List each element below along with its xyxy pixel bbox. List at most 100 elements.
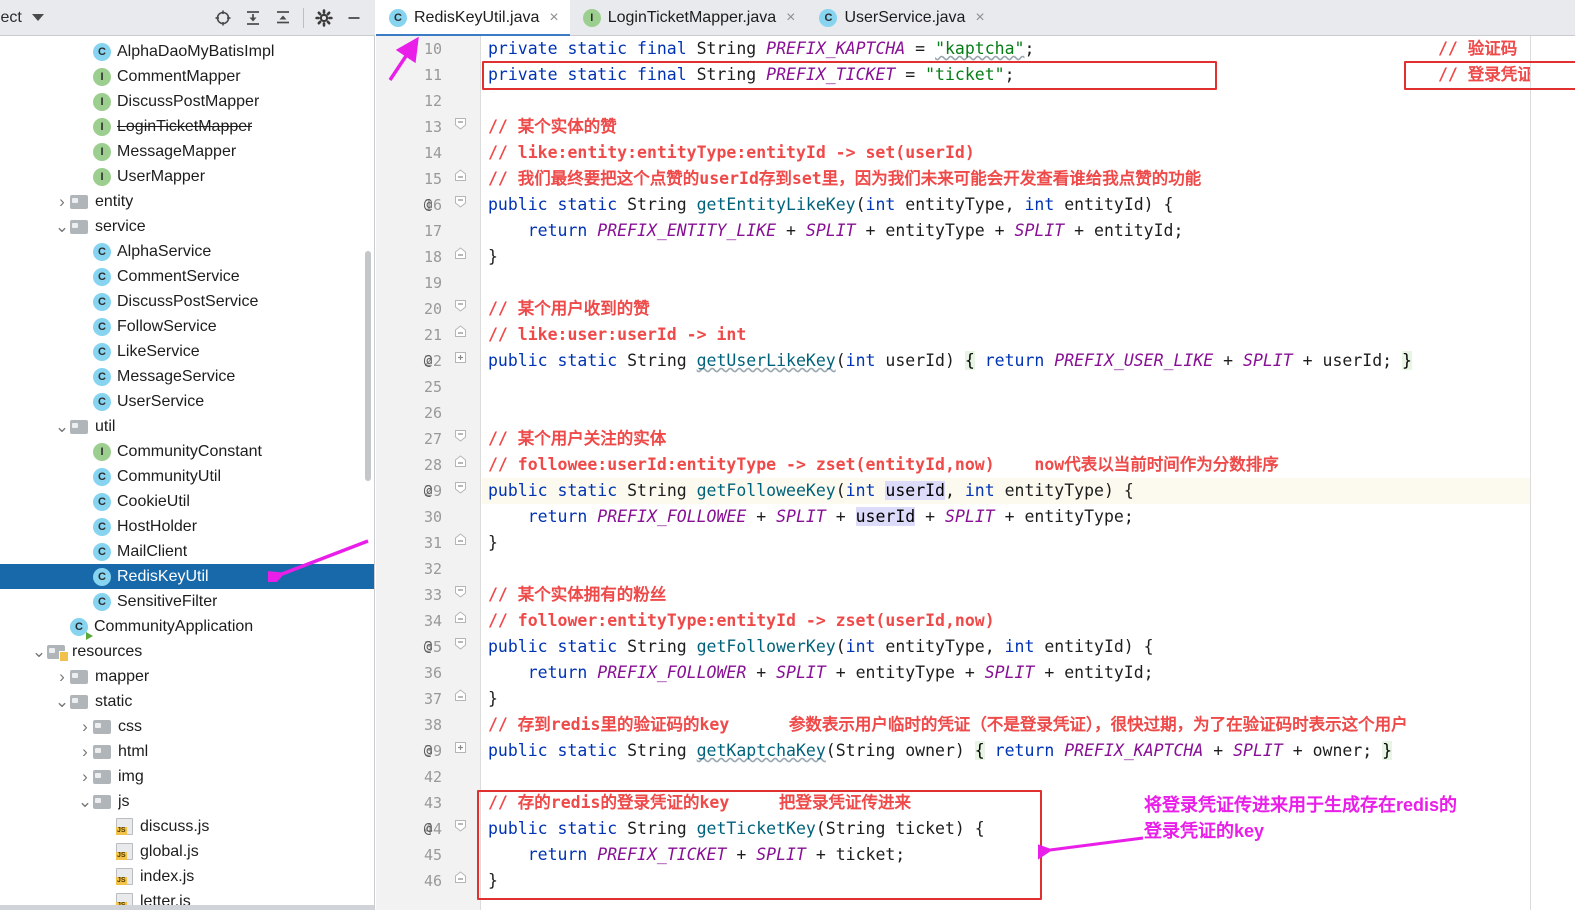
chevron-down-icon[interactable]: ⌄	[54, 222, 70, 232]
close-icon[interactable]: ×	[786, 9, 795, 27]
settings-gear-icon[interactable]	[309, 3, 339, 33]
override-marker-icon[interactable]: @	[420, 634, 436, 660]
editor-tab-loginticketmapper-java[interactable]: ILoginTicketMapper.java×	[570, 0, 807, 35]
code-line[interactable]: // like:entity:entityType:entityId -> se…	[482, 140, 1575, 166]
tree-item-communityapplication[interactable]: CCommunityApplication	[0, 614, 374, 639]
tree-item-global-js[interactable]: global.js	[0, 839, 374, 864]
code-line[interactable]: // 某个用户收到的赞	[482, 296, 1575, 322]
code-line[interactable]	[482, 270, 1575, 296]
tree-item-service[interactable]: ⌄service	[0, 214, 374, 239]
code-line[interactable]: // 存到redis里的验证码的key 参数表示用户临时的凭证（不是登录凭证），…	[482, 712, 1575, 738]
code-line[interactable]: public static String getFollowerKey(int …	[482, 634, 1575, 660]
project-title-group[interactable]: oject	[0, 9, 208, 27]
code-line[interactable]: // 某个实体的赞	[482, 114, 1575, 140]
locate-target-icon[interactable]	[208, 3, 238, 33]
fold-end-icon[interactable]	[452, 322, 468, 348]
code-line[interactable]: private static final String PREFIX_TICKE…	[482, 62, 1575, 88]
override-marker-icon[interactable]: @	[420, 738, 436, 764]
code-line[interactable]: public static String getKaptchaKey(Strin…	[482, 738, 1575, 764]
tree-item-resources[interactable]: ⌄resources	[0, 639, 374, 664]
tree-horizontal-scrollbar[interactable]	[0, 905, 374, 910]
chevron-right-icon[interactable]: ›	[77, 742, 93, 762]
editor-tab-rediskeyutil-java[interactable]: CRedisKeyUtil.java×	[376, 0, 570, 35]
fold-end-icon[interactable]	[452, 452, 468, 478]
code-line[interactable]: // 我们最终要把这个点赞的userId存到set里，因为我们未来可能会开发查看…	[482, 166, 1575, 192]
fold-collapse-icon[interactable]	[452, 426, 468, 452]
tree-item-alphaservice[interactable]: CAlphaService	[0, 239, 374, 264]
tree-item-sensitivefilter[interactable]: CSensitiveFilter	[0, 589, 374, 614]
tree-item-followservice[interactable]: CFollowService	[0, 314, 374, 339]
tree-item-commentservice[interactable]: CCommentService	[0, 264, 374, 289]
fold-end-icon[interactable]	[452, 868, 468, 894]
tree-item-discuss-js[interactable]: discuss.js	[0, 814, 374, 839]
code-line[interactable]: // like:user:userId -> int	[482, 322, 1575, 348]
tree-item-alphadaomybatisimpl[interactable]: CAlphaDaoMyBatisImpl	[0, 39, 374, 64]
code-line[interactable]: // follower:entityType:entityId -> zset(…	[482, 608, 1575, 634]
fold-expand-icon[interactable]	[452, 348, 468, 374]
tree-item-img[interactable]: ›img	[0, 764, 374, 789]
tree-item-loginticketmapper[interactable]: ILoginTicketMapper	[0, 114, 374, 139]
chevron-right-icon[interactable]: ›	[54, 192, 70, 212]
code-line[interactable]: return PREFIX_TICKET + SPLIT + ticket;	[482, 842, 1575, 868]
code-line[interactable]	[482, 88, 1575, 114]
fold-collapse-icon[interactable]	[452, 296, 468, 322]
code-line[interactable]: // 某个实体拥有的粉丝	[482, 582, 1575, 608]
chevron-right-icon[interactable]: ›	[77, 717, 93, 737]
fold-end-icon[interactable]	[452, 686, 468, 712]
fold-collapse-icon[interactable]	[452, 478, 468, 504]
project-file-tree[interactable]: CAlphaDaoMyBatisImplICommentMapperIDiscu…	[0, 36, 374, 910]
tree-item-mapper[interactable]: ›mapper	[0, 664, 374, 689]
tree-item-commentmapper[interactable]: ICommentMapper	[0, 64, 374, 89]
tree-item-discusspostservice[interactable]: CDiscussPostService	[0, 289, 374, 314]
override-marker-icon[interactable]: @	[420, 816, 436, 842]
tree-item-cookieutil[interactable]: CCookieUtil	[0, 489, 374, 514]
tree-scrollbar[interactable]	[365, 251, 371, 481]
tree-item-css[interactable]: ›css	[0, 714, 374, 739]
tree-item-communityconstant[interactable]: ICommunityConstant	[0, 439, 374, 464]
code-line[interactable]: }	[482, 868, 1575, 894]
chevron-down-icon[interactable]: ⌄	[54, 422, 70, 432]
editor-gutter[interactable]: 10111213141516@171819202122@2526272829@3…	[376, 36, 446, 910]
tree-item-util[interactable]: ⌄util	[0, 414, 374, 439]
chevron-down-icon[interactable]: ⌄	[31, 647, 47, 657]
tree-item-html[interactable]: ›html	[0, 739, 374, 764]
tree-item-rediskeyutil[interactable]: CRedisKeyUtil	[0, 564, 374, 589]
tree-item-hostholder[interactable]: CHostHolder	[0, 514, 374, 539]
minimize-icon[interactable]	[339, 3, 369, 33]
chevron-right-icon[interactable]: ›	[77, 767, 93, 787]
fold-end-icon[interactable]	[452, 166, 468, 192]
code-line[interactable]	[482, 556, 1575, 582]
code-line[interactable]: return PREFIX_FOLLOWEE + SPLIT + userId …	[482, 504, 1575, 530]
editor-scroll-lane[interactable]	[1531, 36, 1575, 910]
fold-collapse-icon[interactable]	[452, 192, 468, 218]
tree-item-likeservice[interactable]: CLikeService	[0, 339, 374, 364]
tree-item-mailclient[interactable]: CMailClient	[0, 539, 374, 564]
override-marker-icon[interactable]: @	[420, 478, 436, 504]
code-line[interactable]: }	[482, 686, 1575, 712]
tree-item-index-js[interactable]: index.js	[0, 864, 374, 889]
tree-item-userservice[interactable]: CUserService	[0, 389, 374, 414]
chevron-down-icon[interactable]	[32, 14, 44, 21]
tree-item-messagemapper[interactable]: IMessageMapper	[0, 139, 374, 164]
code-line[interactable]: // 某个用户关注的实体	[482, 426, 1575, 452]
code-line[interactable]: return PREFIX_ENTITY_LIKE + SPLIT + enti…	[482, 218, 1575, 244]
chevron-down-icon[interactable]: ⌄	[54, 697, 70, 707]
code-area[interactable]: private static final String PREFIX_KAPTC…	[482, 36, 1575, 910]
chevron-right-icon[interactable]: ›	[54, 667, 70, 687]
code-line[interactable]: return PREFIX_FOLLOWER + SPLIT + entityT…	[482, 660, 1575, 686]
override-marker-icon[interactable]: @	[420, 192, 436, 218]
editor-tab-userservice-java[interactable]: CUserService.java×	[806, 0, 995, 35]
fold-expand-icon[interactable]	[452, 738, 468, 764]
code-line[interactable]: private static final String PREFIX_KAPTC…	[482, 36, 1575, 62]
tree-item-js[interactable]: ⌄js	[0, 789, 374, 814]
code-line[interactable]: }	[482, 244, 1575, 270]
code-line[interactable]	[482, 374, 1575, 400]
tree-item-static[interactable]: ⌄static	[0, 689, 374, 714]
editor-fold-gutter[interactable]	[446, 36, 481, 910]
code-line[interactable]: // followee:userId:entityType -> zset(en…	[482, 452, 1575, 478]
collapse-all-icon[interactable]	[268, 3, 298, 33]
code-line[interactable]: public static String getFolloweeKey(int …	[482, 478, 1575, 504]
fold-end-icon[interactable]	[452, 608, 468, 634]
code-line[interactable]	[482, 400, 1575, 426]
fold-collapse-icon[interactable]	[452, 114, 468, 140]
